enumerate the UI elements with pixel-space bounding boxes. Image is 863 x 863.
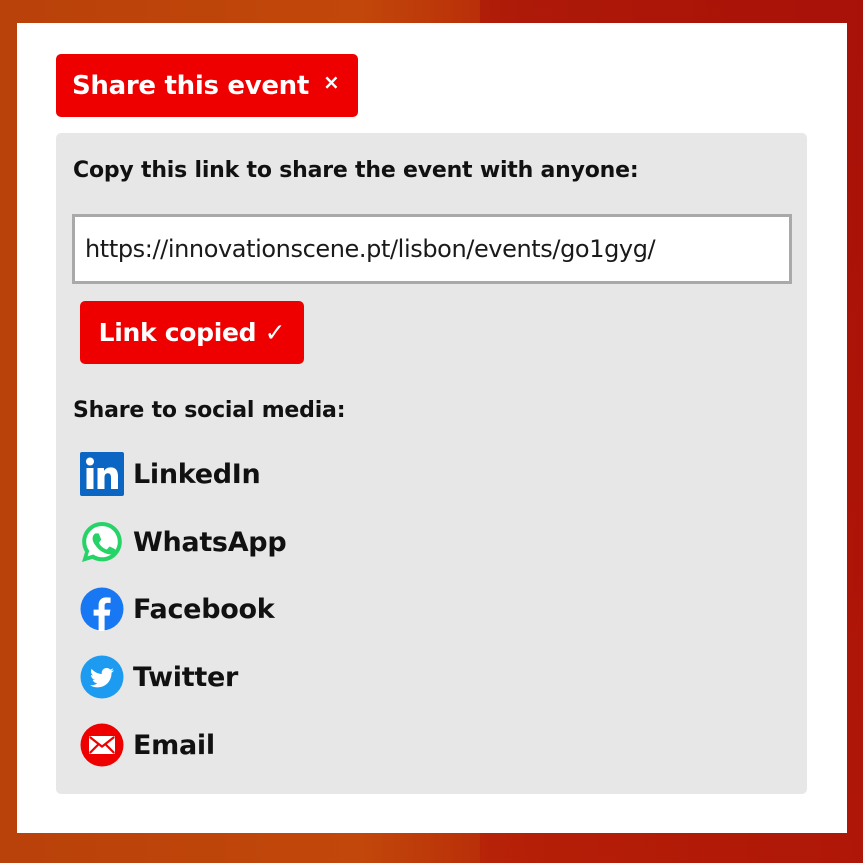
share-twitter-link[interactable]: Twitter [80,654,238,700]
close-icon[interactable]: × [323,70,340,94]
share-email-label: Email [133,729,215,761]
social-media-prompt: Share to social media: [73,398,346,423]
share-twitter-label: Twitter [133,661,238,693]
share-dialog: Share this event × Copy this link to sha… [17,23,847,833]
copy-link-prompt: Copy this link to share the event with a… [73,158,639,183]
share-whatsapp-label: WhatsApp [133,526,287,558]
email-icon [80,723,124,767]
share-facebook-label: Facebook [133,593,275,625]
share-link-field[interactable] [72,214,792,284]
whatsapp-icon [82,522,122,562]
share-linkedin-link[interactable]: LinkedIn [80,451,261,497]
share-linkedin-label: LinkedIn [133,458,261,490]
dialog-title: Share this event [72,70,310,101]
copy-link-button[interactable]: Link copied ✓ [80,301,304,364]
share-panel: Copy this link to share the event with a… [56,133,807,794]
share-facebook-link[interactable]: Facebook [80,586,275,632]
twitter-icon [80,655,124,699]
share-whatsapp-link[interactable]: WhatsApp [80,519,287,565]
share-dialog-title-button[interactable]: Share this event × [56,54,358,117]
facebook-icon [80,587,124,631]
linkedin-icon [80,452,124,496]
share-email-link[interactable]: Email [80,722,215,768]
